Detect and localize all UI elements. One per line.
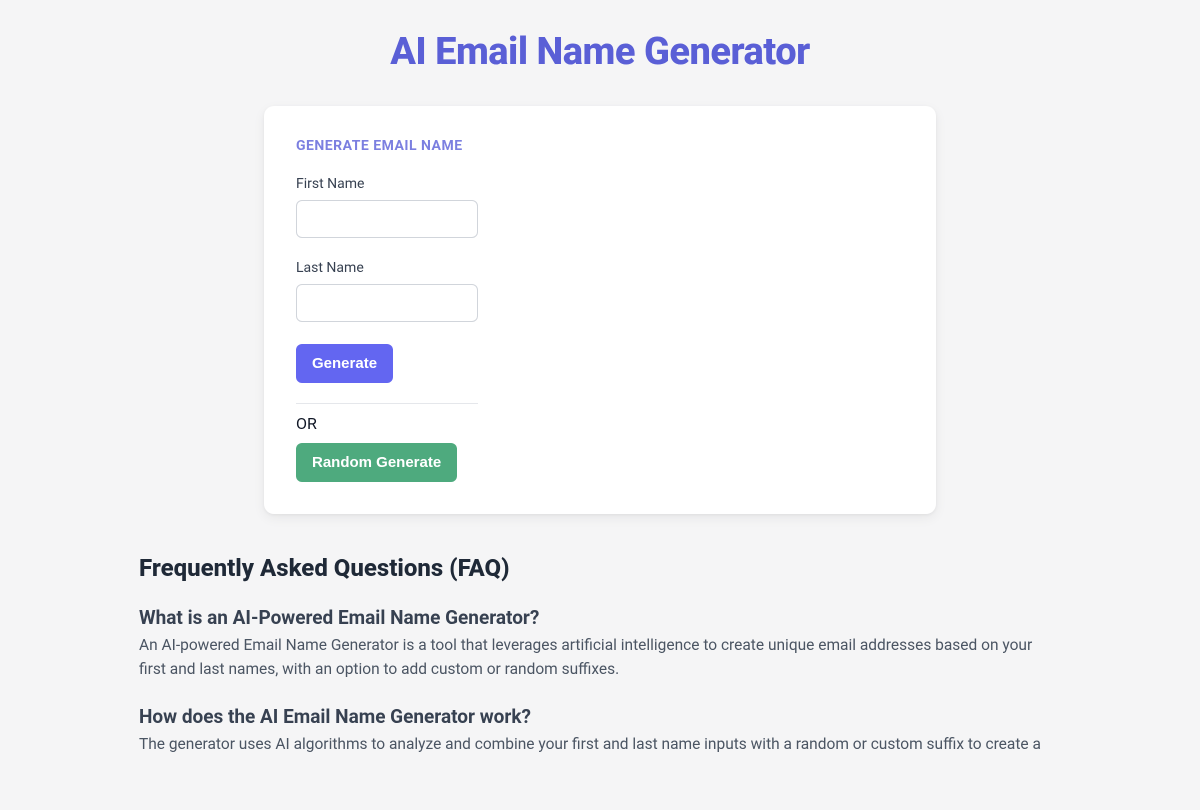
faq-question: How does the AI Email Name Generator wor…	[139, 705, 1061, 728]
faq-answer: The generator uses AI algorithms to anal…	[139, 732, 1061, 756]
generate-button[interactable]: Generate	[296, 344, 393, 383]
generator-card: GENERATE EMAIL NAME First Name Last Name…	[264, 106, 936, 514]
page-title: AI Email Name Generator	[139, 30, 1061, 74]
faq-item: How does the AI Email Name Generator wor…	[139, 705, 1061, 756]
last-name-label: Last Name	[296, 260, 904, 276]
divider	[296, 403, 478, 404]
first-name-label: First Name	[296, 176, 904, 192]
card-heading: GENERATE EMAIL NAME	[296, 138, 904, 154]
faq-answer: An AI-powered Email Name Generator is a …	[139, 633, 1061, 681]
faq-item: What is an AI-Powered Email Name Generat…	[139, 606, 1061, 681]
first-name-input[interactable]	[296, 200, 478, 238]
last-name-input[interactable]	[296, 284, 478, 322]
faq-title: Frequently Asked Questions (FAQ)	[139, 554, 1061, 582]
faq-section: Frequently Asked Questions (FAQ) What is…	[139, 554, 1061, 756]
random-generate-button[interactable]: Random Generate	[296, 443, 457, 482]
faq-question: What is an AI-Powered Email Name Generat…	[139, 606, 1061, 629]
or-text: OR	[296, 414, 904, 433]
